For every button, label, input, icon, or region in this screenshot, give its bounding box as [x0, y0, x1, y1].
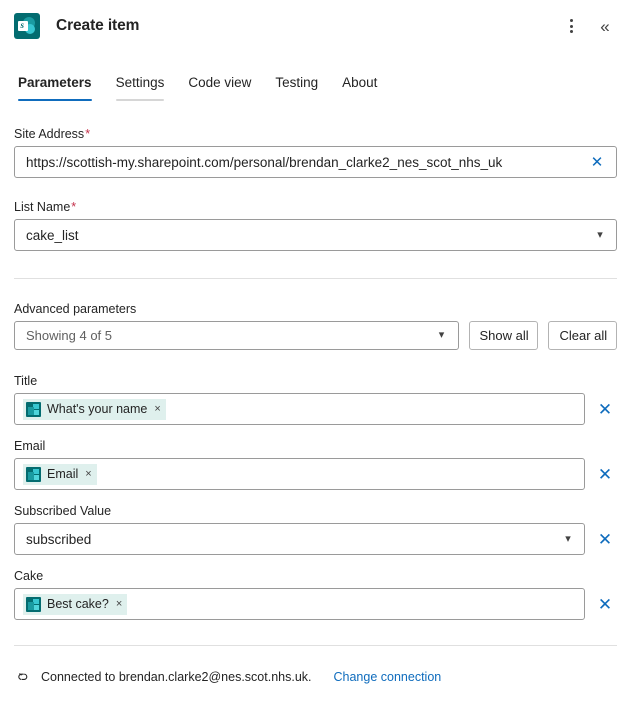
- more-vertical-icon[interactable]: [557, 12, 585, 40]
- show-all-button[interactable]: Show all: [468, 321, 539, 350]
- tab-underline: [18, 98, 92, 101]
- label-text: Site Address: [14, 127, 85, 141]
- field-list-name: List Name* cake_list ▾: [14, 200, 617, 251]
- tab-label: Code view: [188, 75, 252, 90]
- tab-parameters[interactable]: Parameters: [14, 69, 104, 101]
- email-label: Email: [14, 439, 46, 453]
- list-name-label: List Name*: [14, 200, 617, 214]
- forms-icon: [26, 401, 41, 417]
- token-chip[interactable]: Best cake? ×: [23, 593, 128, 615]
- token-label: Email: [47, 467, 79, 481]
- connection-link-icon: [14, 668, 31, 685]
- site-address-input[interactable]: https://scottish-my.sharepoint.com/perso…: [14, 146, 617, 178]
- email-input[interactable]: Email ×: [14, 458, 585, 490]
- required-asterisk: *: [85, 127, 91, 141]
- title-clear-icon[interactable]: ✕: [593, 397, 617, 421]
- token-remove-icon[interactable]: ×: [84, 468, 91, 480]
- token-label: Best cake?: [47, 597, 109, 611]
- tab-settings[interactable]: Settings: [104, 69, 177, 101]
- required-asterisk: *: [71, 200, 77, 214]
- subscribed-value-clear-icon[interactable]: ✕: [593, 527, 617, 551]
- tab-testing[interactable]: Testing: [263, 69, 330, 101]
- change-connection-link[interactable]: Change connection: [334, 670, 442, 684]
- field-email: Email Email × ✕: [14, 439, 617, 490]
- cake-clear-icon[interactable]: ✕: [593, 592, 617, 616]
- list-name-value: cake_list: [26, 227, 79, 243]
- field-site-address: Site Address* https://scottish-my.sharep…: [14, 127, 617, 178]
- chevron-down-icon[interactable]: ▾: [560, 533, 576, 545]
- advanced-parameters-value: Showing 4 of 5: [26, 328, 113, 343]
- label-text: List Name: [14, 200, 71, 214]
- tab-label: Testing: [275, 75, 319, 90]
- tab-bar: Parameters Settings Code view Testing Ab…: [0, 69, 631, 101]
- subscribed-value-text: subscribed: [26, 531, 92, 547]
- title-input[interactable]: What's your name ×: [14, 393, 585, 425]
- field-title: Title What's your name × ✕: [14, 374, 617, 425]
- list-name-dropdown[interactable]: cake_list ▾: [14, 219, 617, 251]
- tab-label: Parameters: [18, 75, 92, 90]
- advanced-parameters-section: Advanced parameters Showing 4 of 5 ▾ Sho…: [14, 302, 617, 350]
- divider: [14, 278, 617, 279]
- subscribed-value-label: Subscribed Value: [14, 504, 112, 518]
- chevron-down-icon[interactable]: ▾: [434, 330, 450, 341]
- tab-underline: [115, 98, 165, 101]
- advanced-parameters-label: Advanced parameters: [14, 302, 137, 316]
- forms-icon: [26, 596, 41, 612]
- footer: Connected to brendan.clarke2@nes.scot.nh…: [0, 645, 631, 707]
- forms-icon: [26, 466, 41, 482]
- connection-status-text: Connected to brendan.clarke2@nes.scot.nh…: [41, 669, 312, 684]
- site-address-label: Site Address*: [14, 127, 617, 141]
- page-title: Create item: [56, 17, 140, 34]
- subscribed-value-dropdown[interactable]: subscribed ▾: [14, 523, 585, 555]
- tab-label: About: [342, 75, 378, 90]
- header-bar: Create item «: [0, 0, 631, 52]
- tab-code-view[interactable]: Code view: [176, 69, 263, 101]
- clear-all-button[interactable]: Clear all: [548, 321, 617, 350]
- email-clear-icon[interactable]: ✕: [593, 462, 617, 486]
- chevron-down-icon[interactable]: ▾: [592, 229, 608, 241]
- cake-label: Cake: [14, 569, 44, 583]
- tab-about[interactable]: About: [330, 69, 389, 101]
- token-label: What's your name: [47, 402, 148, 416]
- double-chevron-left-icon[interactable]: «: [591, 12, 619, 40]
- token-remove-icon[interactable]: ×: [153, 403, 160, 415]
- title-label: Title: [14, 374, 38, 388]
- parameters-panel: Site Address* https://scottish-my.sharep…: [0, 127, 631, 620]
- cake-input[interactable]: Best cake? ×: [14, 588, 585, 620]
- token-chip[interactable]: Email ×: [23, 463, 97, 485]
- header-actions: «: [557, 12, 619, 40]
- tab-underline: [275, 99, 318, 102]
- token-chip[interactable]: What's your name ×: [23, 398, 166, 420]
- field-subscribed-value: Subscribed Value subscribed ▾ ✕: [14, 504, 617, 555]
- tab-label: Settings: [115, 75, 165, 90]
- site-address-clear-icon[interactable]: ✕: [586, 151, 608, 173]
- field-cake: Cake Best cake? × ✕: [14, 569, 617, 620]
- token-remove-icon[interactable]: ×: [115, 598, 122, 610]
- advanced-parameters-select[interactable]: Showing 4 of 5 ▾: [14, 321, 459, 350]
- sharepoint-icon: [14, 13, 40, 39]
- tab-underline: [188, 99, 251, 102]
- site-address-value: https://scottish-my.sharepoint.com/perso…: [26, 154, 503, 170]
- tab-underline: [342, 99, 377, 102]
